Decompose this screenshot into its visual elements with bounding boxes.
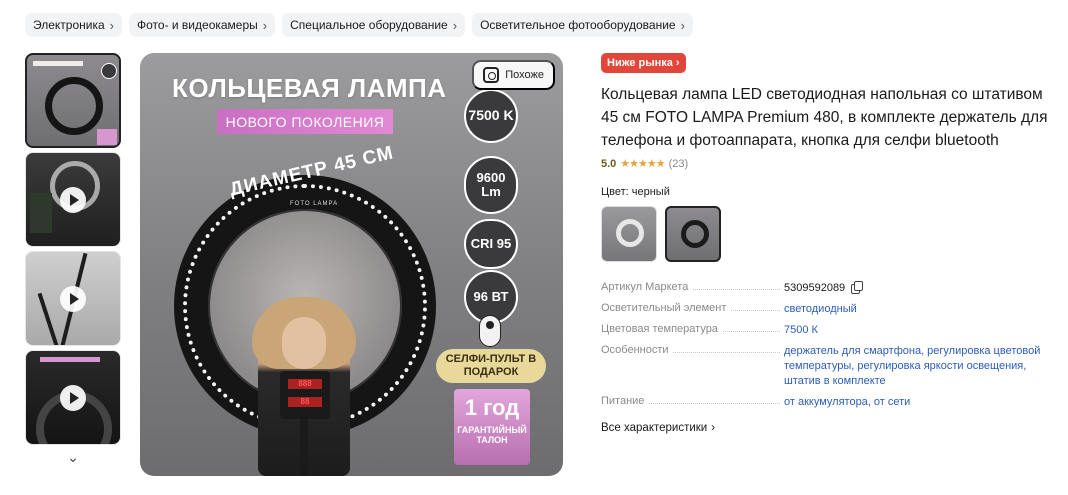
spec-value: 5309592089 xyxy=(784,282,846,294)
all-specs-link[interactable]: Все характеристики › xyxy=(601,422,715,434)
find-similar-button[interactable]: Похоже xyxy=(472,60,555,90)
spec-value-link[interactable]: 7500 К xyxy=(784,323,1056,338)
product-main-image[interactable]: FOTO LAMPA 888 88 КОЛЬЦЕВАЯ ЛАМПА НОВОГО… xyxy=(140,53,563,476)
panel-display: 888 xyxy=(288,379,322,389)
spec-key: Цветовая температура xyxy=(601,323,722,335)
lamp-control-panel: 888 88 xyxy=(280,371,330,419)
thumbnail-strip: ⌄ xyxy=(25,53,121,466)
spec-value-link[interactable]: от аккумулятора, от сети xyxy=(784,395,1056,410)
thumbnail-video-3[interactable] xyxy=(25,350,121,445)
promo-title: КОЛЬЦЕВАЯ ЛАМПА xyxy=(172,73,447,103)
spec-row: Осветительный элемент светодиодный xyxy=(601,302,1056,317)
all-specs-label: Все характеристики xyxy=(601,422,708,434)
camera-search-icon xyxy=(483,67,500,83)
breadcrumb-label: Фото- и видеокамеры xyxy=(137,18,258,32)
spec-circle-lumens: 9600 Lm xyxy=(464,156,518,214)
breadcrumb: Электроника › Фото- и видеокамеры › Специа… xyxy=(25,13,693,37)
chevron-right-icon: › xyxy=(675,57,680,69)
review-count: (23) xyxy=(668,157,689,170)
spec-circle-temperature: 7500 K xyxy=(464,89,518,143)
color-swatches xyxy=(601,206,1056,262)
spec-key: Артикул Маркета xyxy=(601,281,693,293)
thumbnail-video-2[interactable] xyxy=(25,251,121,346)
selfie-remote-banner: СЕЛФИ-ПУЛЬТ В ПОДАРОК xyxy=(436,349,546,383)
play-icon xyxy=(60,384,86,411)
breadcrumb-item-electronics[interactable]: Электроника › xyxy=(25,13,122,37)
spec-value-link[interactable]: светодиодный xyxy=(784,302,1056,317)
spec-key: Особенности xyxy=(601,344,673,356)
specs-table: Артикул Маркета 5309592089 Осветительный… xyxy=(601,280,1056,410)
color-swatch-black[interactable] xyxy=(665,206,721,262)
spec-value-link[interactable]: держатель для смартфона, регулировка цве… xyxy=(784,344,1056,389)
warranty-badge: 1 год ГАРАНТИЙНЫЙ ТАЛОН xyxy=(454,389,530,465)
breadcrumb-label: Осветительное фотооборудование xyxy=(480,18,676,32)
spec-row: Цветовая температура 7500 К xyxy=(601,323,1056,338)
spec-key: Осветительный элемент xyxy=(601,302,731,314)
chevron-right-icon: › xyxy=(711,422,716,434)
star-icon: ★★★★★ xyxy=(620,158,665,170)
product-title: Кольцевая лампа LED светодиодная напольн… xyxy=(601,86,1048,149)
chevron-right-icon: › xyxy=(680,17,685,33)
spec-key: Питание xyxy=(601,395,649,407)
copy-icon[interactable] xyxy=(851,280,864,294)
color-swatch-white[interactable] xyxy=(601,206,657,262)
promo-subtitle: НОВОГО ПОКОЛЕНИЯ xyxy=(217,109,393,134)
spec-row: Особенности держатель для смартфона, рег… xyxy=(601,344,1056,389)
ring-lamp-logo: FOTO LAMPA xyxy=(290,201,339,207)
remote-icon xyxy=(479,315,501,347)
product-rating[interactable]: 5.0 ★★★★★ (23) xyxy=(601,157,1056,171)
breadcrumb-item-cameras[interactable]: Фото- и видеокамеры › xyxy=(129,13,276,37)
thumbnail-video-1[interactable] xyxy=(25,152,121,247)
play-icon xyxy=(60,285,86,312)
chevron-down-icon[interactable]: ⌄ xyxy=(25,449,121,466)
chevron-right-icon: › xyxy=(452,17,458,33)
color-label: Цвет: черный xyxy=(601,186,670,198)
breadcrumb-label: Электроника xyxy=(33,18,105,32)
below-market-badge[interactable]: Ниже рынка › xyxy=(601,53,686,73)
lamp-stand xyxy=(300,419,308,476)
thumbnail-image-1[interactable] xyxy=(25,53,121,148)
warranty-term: 1 год xyxy=(464,395,520,420)
badge-label: Ниже рынка xyxy=(607,57,673,69)
breadcrumb-label: Специальное оборудование xyxy=(290,18,448,32)
find-similar-label: Похоже xyxy=(505,69,544,81)
panel-display: 88 xyxy=(288,397,322,407)
play-icon xyxy=(60,186,86,213)
product-info: Ниже рынка › Кольцевая лампа LED светодио… xyxy=(601,53,1056,436)
spec-row: Артикул Маркета 5309592089 xyxy=(601,280,1056,296)
chevron-right-icon: › xyxy=(262,17,268,33)
chevron-right-icon: › xyxy=(109,17,114,33)
breadcrumb-item-lighting[interactable]: Осветительное фотооборудование › xyxy=(472,13,693,37)
spec-row: Питание от аккумулятора, от сети xyxy=(601,395,1056,410)
rating-score: 5.0 xyxy=(601,157,617,170)
spec-circle-cri: CRI 95 xyxy=(464,219,518,269)
breadcrumb-item-special-equipment[interactable]: Специальное оборудование › xyxy=(282,13,466,37)
warranty-text: ГАРАНТИЙНЫЙ ТАЛОН xyxy=(457,425,527,446)
